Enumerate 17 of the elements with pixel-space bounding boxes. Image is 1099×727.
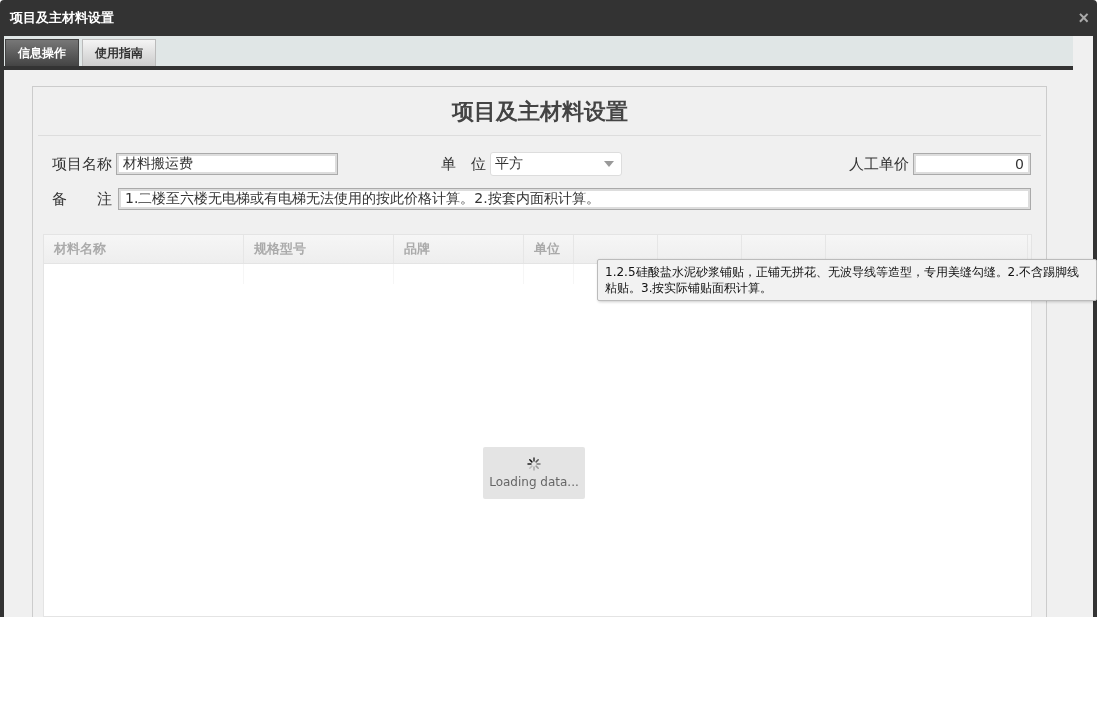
- field-label: 备 注: [52, 189, 112, 209]
- loading-text: Loading data...: [489, 475, 579, 489]
- spinner-icon: [527, 457, 541, 471]
- window-title: 项目及主材料设置: [10, 9, 114, 27]
- input-field[interactable]: 1.二楼至六楼无电梯或有电梯无法使用的按此价格计算。2.按套内面积计算。: [118, 188, 1031, 210]
- field-label: 单 位: [440, 154, 486, 174]
- field-label: 人工单价: [849, 154, 909, 174]
- input-field[interactable]: 材料搬运费: [116, 153, 338, 175]
- caret-icon: [602, 160, 615, 168]
- tooltip: 1.2.5硅酸盐水泥砂浆铺贴，正铺无拼花、无波导线等造型，专用美缝勾缝。2.不含踢脚线粘贴。3.按实际铺贴面积计算。: [597, 259, 1097, 301]
- tab[interactable]: 信息操作: [5, 39, 79, 66]
- tab[interactable]: 使用指南: [82, 39, 156, 66]
- close-button[interactable]: ×: [1076, 9, 1091, 27]
- input-field[interactable]: 0: [913, 153, 1031, 175]
- dropdown[interactable]: 平方: [489, 152, 622, 176]
- field-label: 项目名称: [52, 154, 112, 174]
- form-heading: 项目及主材料设置: [38, 87, 1041, 136]
